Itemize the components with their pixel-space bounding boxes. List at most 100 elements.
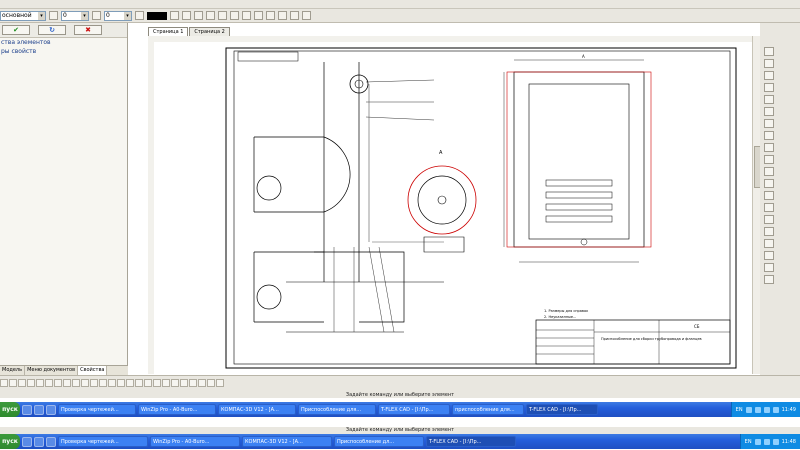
line-tool-icon[interactable]: [0, 379, 8, 387]
arc-tool-icon[interactable]: [9, 379, 17, 387]
quicklaunch-icon[interactable]: [34, 436, 44, 447]
task-button[interactable]: КОМПАС-3D V12 - [А...: [242, 436, 332, 447]
tab-page-1[interactable]: Страница 1: [148, 27, 189, 36]
level-combo[interactable]: 0 ▾: [61, 10, 89, 21]
language-indicator[interactable]: EN: [745, 439, 752, 445]
tray-icon[interactable]: [754, 438, 761, 445]
zoom-previous-icon[interactable]: [764, 107, 774, 116]
priority-icon[interactable]: [92, 11, 101, 20]
style-combo[interactable]: основной ▾: [0, 10, 46, 21]
apply-button[interactable]: ✔: [2, 25, 30, 35]
zoom-in-icon[interactable]: [764, 47, 774, 56]
tab-properties[interactable]: Свойства: [78, 366, 108, 375]
report-icon[interactable]: [764, 227, 774, 236]
color-swatch[interactable]: [147, 11, 167, 20]
mirror-tool-icon[interactable]: [117, 379, 125, 387]
move-tool-icon[interactable]: [144, 379, 152, 387]
properties-icon[interactable]: [764, 203, 774, 212]
selection-icon[interactable]: [278, 11, 287, 20]
dimension-tool-icon[interactable]: [180, 379, 188, 387]
copy-tool-icon[interactable]: [153, 379, 161, 387]
ellipse-tool-icon[interactable]: [27, 379, 35, 387]
redraw-icon[interactable]: [764, 131, 774, 140]
rotate-tool-icon[interactable]: [126, 379, 134, 387]
task-button[interactable]: WinZip Pro - A0-Buro...: [150, 436, 240, 447]
drawing-canvas[interactable]: А А 1. Размеры для справок 2. Неуказанны…: [154, 42, 752, 374]
line-style-icon[interactable]: [170, 11, 179, 20]
polygon-tool-icon[interactable]: [63, 379, 71, 387]
variables-icon[interactable]: [764, 179, 774, 188]
grid-icon[interactable]: [254, 11, 263, 20]
chevron-down-icon[interactable]: ▾: [81, 11, 88, 20]
layers-icon[interactable]: [230, 11, 239, 20]
spline-tool-icon[interactable]: [36, 379, 44, 387]
panel-section-elements[interactable]: ства элементов: [0, 38, 127, 47]
dimension-icon[interactable]: [206, 11, 215, 20]
filter-icon[interactable]: [290, 11, 299, 20]
snap-icon[interactable]: [242, 11, 251, 20]
tab-page-2[interactable]: Страница 2: [189, 27, 230, 36]
task-button[interactable]: Проверка чертежей...: [58, 404, 136, 415]
task-button[interactable]: КОМПАС-3D V12 - [А...: [218, 404, 296, 415]
fillet-tool-icon[interactable]: [72, 379, 80, 387]
reapply-button[interactable]: ↻: [38, 25, 66, 35]
polyline-tool-icon[interactable]: [45, 379, 53, 387]
quicklaunch-icon[interactable]: [22, 436, 32, 447]
offset-tool-icon[interactable]: [90, 379, 98, 387]
color-picker-icon[interactable]: [135, 11, 144, 20]
tools-icon[interactable]: [764, 263, 774, 272]
leader-tool-icon[interactable]: [198, 379, 206, 387]
pan-icon[interactable]: [764, 95, 774, 104]
chevron-down-icon[interactable]: ▾: [124, 11, 131, 20]
measure-icon[interactable]: [764, 155, 774, 164]
text-tool-icon[interactable]: [189, 379, 197, 387]
tray-icon[interactable]: [745, 406, 752, 413]
quicklaunch-icon[interactable]: [46, 436, 56, 447]
chevron-down-icon[interactable]: ▾: [38, 11, 45, 20]
scale-tool-icon[interactable]: [135, 379, 143, 387]
layer-icon[interactable]: [49, 11, 58, 20]
array-tool-icon[interactable]: [162, 379, 170, 387]
circle-tool-icon[interactable]: [18, 379, 26, 387]
hatch-tool-icon[interactable]: [171, 379, 179, 387]
language-indicator[interactable]: EN: [736, 407, 743, 413]
cancel-button[interactable]: ✖: [74, 25, 102, 35]
export-icon[interactable]: [764, 251, 774, 260]
parameters-icon[interactable]: [764, 191, 774, 200]
task-button[interactable]: Проверка чертежей...: [58, 436, 148, 447]
quicklaunch-icon[interactable]: [22, 404, 32, 415]
snap-grid-icon[interactable]: [764, 143, 774, 152]
start-button[interactable]: пуск: [0, 402, 20, 417]
fill-icon[interactable]: [218, 11, 227, 20]
start-button[interactable]: пуск: [0, 434, 20, 449]
ortho-icon[interactable]: [266, 11, 275, 20]
zoom-next-icon[interactable]: [764, 119, 774, 128]
task-button[interactable]: Приспособление для...: [298, 404, 376, 415]
tolerance-tool-icon[interactable]: [216, 379, 224, 387]
priority-combo[interactable]: 0 ▾: [104, 10, 132, 21]
extend-tool-icon[interactable]: [108, 379, 116, 387]
zoom-window-icon[interactable]: [764, 71, 774, 80]
layer-manager-icon[interactable]: [764, 167, 774, 176]
info-icon[interactable]: [302, 11, 311, 20]
tray-icon[interactable]: [772, 438, 779, 445]
help-icon[interactable]: [764, 275, 774, 284]
trim-tool-icon[interactable]: [99, 379, 107, 387]
quicklaunch-icon[interactable]: [34, 404, 44, 415]
zoom-out-icon[interactable]: [764, 59, 774, 68]
tab-model[interactable]: Модель: [0, 366, 26, 375]
quicklaunch-icon[interactable]: [46, 404, 56, 415]
task-button[interactable]: WinZip Pro - A0-Buro...: [138, 404, 216, 415]
text-style-icon[interactable]: [182, 11, 191, 20]
task-button[interactable]: приспособление для...: [452, 404, 524, 415]
tray-icon[interactable]: [754, 406, 761, 413]
task-button-active[interactable]: T-FLEX CAD - [I:\Пр...: [426, 436, 516, 447]
task-button-active[interactable]: T-FLEX CAD - [I:\Пр...: [526, 404, 598, 415]
chamfer-tool-icon[interactable]: [81, 379, 89, 387]
hatch-icon[interactable]: [194, 11, 203, 20]
task-button[interactable]: Приспособление дл...: [334, 436, 424, 447]
task-button[interactable]: T-FLEX CAD - [I:\Пр...: [378, 404, 450, 415]
rectangle-tool-icon[interactable]: [54, 379, 62, 387]
tray-icon[interactable]: [763, 406, 770, 413]
zoom-fit-icon[interactable]: [764, 83, 774, 92]
